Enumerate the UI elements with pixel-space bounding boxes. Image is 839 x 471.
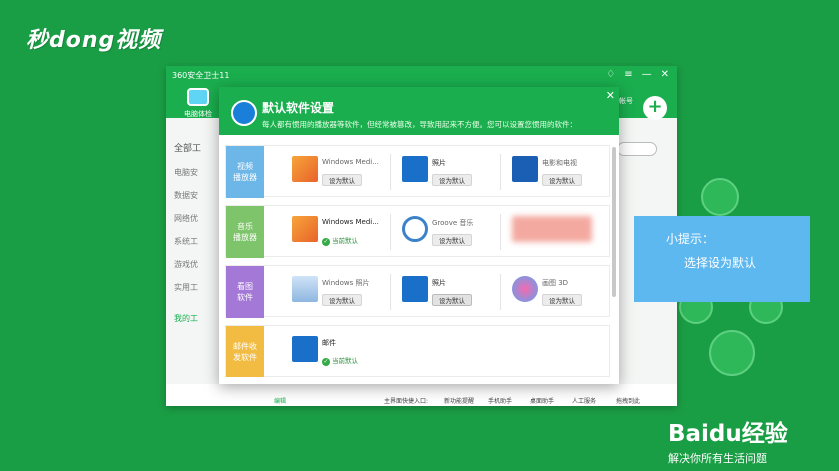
tool-computer-check[interactable]: 电脑体检 [184, 88, 212, 119]
set-default-button[interactable]: 设为默认 [542, 294, 582, 306]
current-default-label: ✓ 当前默认 [322, 357, 358, 366]
search-input[interactable] [617, 142, 657, 156]
app-cell: Windows Medi... ✓ 当前默认 [286, 206, 396, 258]
app-cell: 照片 设为默认 [396, 266, 506, 318]
tip-text: 选择设为默认 [684, 256, 757, 270]
set-default-button[interactable]: 设为默认 [432, 174, 472, 186]
tip-box: 小提示： 选择设为默认 [634, 216, 810, 302]
sidebar-item-system[interactable]: 系统工 [166, 230, 222, 253]
set-default-button[interactable]: 设为默认 [322, 174, 362, 186]
app-name: 画图 3D [542, 279, 569, 287]
tool-label: 电脑体检 [184, 110, 212, 118]
close-icon[interactable]: ✕ [606, 89, 615, 102]
divider [390, 274, 391, 310]
category-label: 邮件收 发软件 [226, 326, 264, 377]
account-label[interactable]: 帐号 [619, 96, 633, 106]
app-name: Windows 照片 [322, 279, 370, 287]
paint3d-icon [512, 276, 538, 302]
bottom-bar: 编辑 主界面快捷入口: 新功能提醒 手机助手 桌面助手 人工服务 拖拽到此 [166, 384, 677, 406]
dialog-subtitle: 每人都有惯用的播放器等软件，但经常被篡改，导致用起来不方便。您可以设置您惯用的软… [262, 120, 577, 129]
app-cell [506, 206, 610, 258]
pointer-logo-icon [231, 100, 257, 126]
sidebar-item-game[interactable]: 游戏优 [166, 253, 222, 276]
window-controls: ♢ ≡ — ✕ [606, 69, 669, 80]
sidebar-item-network[interactable]: 网络优 [166, 207, 222, 230]
sidebar-item-tools[interactable]: 实用工 [166, 276, 222, 299]
baidu-logo: Baidu经验 解决你所有生活问题 [668, 414, 788, 466]
blurred-icon [512, 216, 592, 242]
app-name: Windows Medi... [322, 158, 379, 166]
quick-item-service[interactable]: 人工服务 [572, 396, 596, 405]
groove-icon [402, 216, 428, 242]
edit-link[interactable]: 编辑 [274, 396, 286, 405]
sidebar: 全部工 电脑安 数据安 网络优 系统工 游戏优 实用工 我的工 [166, 138, 222, 330]
set-default-button[interactable]: 设为默认 [432, 294, 472, 306]
sidebar-item-mine[interactable]: 我的工 [166, 307, 222, 330]
app-name: 电影和电视 [542, 159, 577, 167]
brand-slogan: 解决你所有生活问题 [668, 452, 767, 465]
app-cell: Windows Medi... 设为默认 [286, 146, 396, 198]
monitor-icon [187, 88, 209, 106]
category-label: 看图 软件 [226, 266, 264, 318]
menu-icon[interactable]: ≡ [624, 69, 632, 80]
scrollbar[interactable] [612, 147, 616, 297]
windows-photo-icon [292, 276, 318, 302]
category-label: 视频 播放器 [226, 146, 264, 198]
mail-icon [292, 336, 318, 362]
app-cell: Windows 照片设为默认 [286, 266, 396, 318]
brand-logo: Baidu经验 [668, 421, 788, 447]
quick-entry-label: 主界面快捷入口: [384, 398, 429, 405]
app-name: Groove 音乐 [432, 219, 474, 227]
category-list: 视频 播放器 Windows Medi... 设为默认 照片 设为默认 电影和电视 设为默认… [225, 145, 610, 377]
skin-icon[interactable]: ♢ [606, 69, 615, 80]
quick-item-phone[interactable]: 手机助手 [488, 396, 512, 405]
category-row: 视频 播放器 Windows Medi... 设为默认 照片 设为默认 电影和电视 设为默认 [225, 145, 610, 198]
sidebar-item-security[interactable]: 电脑安 [166, 161, 222, 184]
quick-item-desktop[interactable]: 桌面助手 [530, 396, 554, 405]
app-name: 照片 [432, 159, 446, 167]
quick-item-drag[interactable]: 拖拽到此 [616, 396, 640, 405]
app-name: 邮件 [322, 339, 336, 347]
default-software-dialog: 默认软件设置 每人都有惯用的播放器等软件，但经常被篡改，导致用起来不方便。您可以… [219, 87, 619, 384]
window-title: 360安全卫士11 [172, 71, 230, 80]
dialog-header: 默认软件设置 每人都有惯用的播放器等软件，但经常被篡改，导致用起来不方便。您可以… [219, 87, 619, 135]
divider [500, 154, 501, 190]
minimize-icon[interactable]: — [642, 69, 652, 80]
media-player-icon [292, 156, 318, 182]
set-default-button[interactable]: 设为默认 [432, 234, 472, 246]
category-row: 音乐 播放器 Windows Medi... ✓ 当前默认 Groove 音乐设为默认 [225, 205, 610, 258]
app-cell: 画图 3D 设为默认 [506, 266, 610, 318]
app-cell: 照片 设为默认 [396, 146, 506, 198]
check-icon: ✓ [322, 238, 330, 246]
sidebar-item-data[interactable]: 数据安 [166, 184, 222, 207]
app-cell: 邮件 ✓ 当前默认 [286, 326, 396, 377]
category-row: 邮件收 发软件 邮件 ✓ 当前默认 [225, 325, 610, 377]
watermark-logo: 秒dong视频 [26, 28, 162, 53]
set-default-button[interactable]: 设为默认 [542, 174, 582, 186]
sidebar-item-all[interactable]: 全部工 [166, 138, 222, 161]
divider [390, 214, 391, 250]
divider [390, 154, 391, 190]
divider [500, 274, 501, 310]
app-cell: 电影和电视 设为默认 [506, 146, 610, 198]
photos-icon [402, 276, 428, 302]
photos-icon [402, 156, 428, 182]
app-name: 照片 [432, 279, 446, 287]
tip-title: 小提示： [666, 232, 715, 246]
current-default-label: ✓ 当前默认 [322, 237, 358, 246]
set-default-button[interactable]: 设为默认 [322, 294, 362, 306]
movies-tv-icon [512, 156, 538, 182]
check-icon: ✓ [322, 358, 330, 366]
divider [500, 214, 501, 250]
dialog-title: 默认软件设置 [262, 101, 335, 115]
app-name: Windows Medi... [322, 218, 379, 226]
add-icon[interactable]: + [643, 96, 667, 120]
quick-item-new[interactable]: 新功能提醒 [444, 396, 474, 405]
window-close-icon[interactable]: ✕ [661, 69, 669, 80]
category-row: 看图 软件 Windows 照片 设为默认 照片 设为默认 画图 3D 设为默认 [225, 265, 610, 318]
media-player-icon [292, 216, 318, 242]
category-label: 音乐 播放器 [226, 206, 264, 258]
app-cell: Groove 音乐设为默认 [396, 206, 506, 258]
